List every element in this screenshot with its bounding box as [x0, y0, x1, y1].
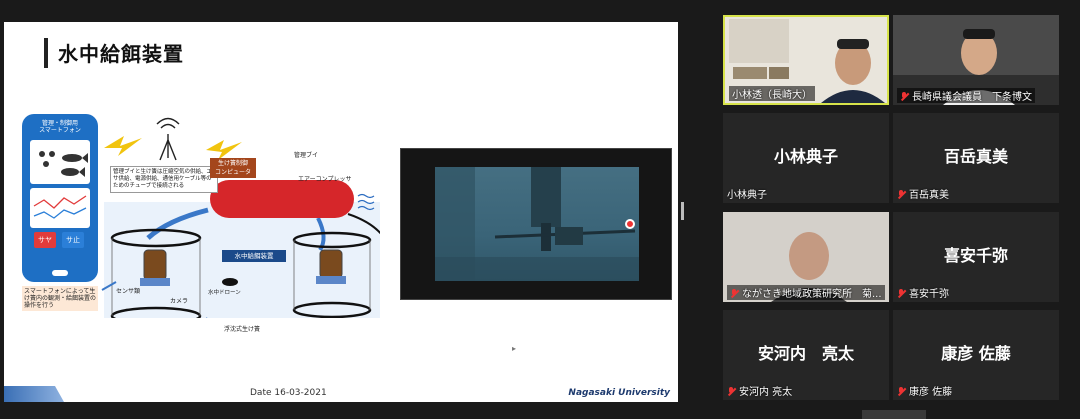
panel-resize-handle[interactable] [681, 202, 684, 220]
slide-title: 水中給餌装置 [58, 42, 184, 66]
participant-tile[interactable]: 小林透（長崎大） [723, 15, 889, 105]
feed-button: サヤ [34, 232, 56, 248]
smartphone: 管理・制御用 スマートフォン サヤ サ止 [22, 114, 98, 282]
line-graph-icon [33, 195, 87, 219]
video-toolbar [401, 152, 671, 160]
participant-name-text: 百岳真美 [909, 190, 949, 201]
participant-display-name: 安河内 亮太 [757, 344, 854, 363]
participant-name-text: 康彦 佐藤 [909, 387, 953, 398]
antenna-icon [156, 117, 180, 161]
lightning-icon [206, 140, 242, 160]
participant-name-text: 長崎県議会議員 下条博文 [912, 92, 1032, 103]
participant-name: 康彦 佐藤 [897, 383, 952, 398]
controller-label: 生け簀制御 コンピュータ [210, 158, 256, 178]
camera-label: カメラ [170, 298, 189, 305]
phone-caption: スマートフォンによって生け簀内の観測・給餌装置の操作を行う [22, 286, 98, 311]
scroll-indicator[interactable] [862, 410, 926, 419]
participant-name: 百岳真美 [897, 186, 949, 201]
mic-muted-icon [897, 190, 906, 199]
mouse-cursor-icon: ▸ [512, 344, 517, 353]
participant-name: 安河内 亮太 [727, 383, 792, 398]
stop-button: サ止 [62, 232, 84, 248]
participant-tile[interactable]: 康彦 佐藤 康彦 佐藤 [893, 310, 1059, 400]
cage-label: 浮沈式生け簀 [224, 326, 261, 333]
participant-name-text: ながさき地域政策研究所 菊... [742, 289, 882, 300]
feeding-system-diagram: 管理・制御用 スマートフォン サヤ サ止 スマートフォンによって生け簀内の観測・… [18, 110, 380, 333]
university-name: Nagasaki University [568, 388, 670, 398]
air-compressor-label: エアーコンプレッサ [298, 176, 352, 183]
fish-screen [30, 140, 90, 184]
participant-name-text: 安河内 亮太 [739, 387, 793, 398]
phone-buttons: サヤ サ止 [34, 232, 86, 248]
mic-muted-icon [897, 289, 906, 298]
mic-muted-icon [727, 387, 736, 396]
sensor-block [140, 278, 170, 286]
participant-name: 長崎県議会議員 下条博文 [897, 88, 1035, 103]
management-buoy [210, 180, 354, 218]
participant-display-name: 百岳真美 [943, 147, 1008, 166]
participant-tile[interactable]: 小林典子 小林典子 [723, 113, 889, 203]
title-accent-bar [44, 38, 48, 68]
buoy-label: 管理ブイ [294, 152, 319, 159]
fish-icon [39, 151, 88, 177]
participant-name: ながさき地域政策研究所 菊... [727, 285, 885, 300]
participant-name: 小林典子 [727, 190, 767, 201]
participant-tile[interactable]: 安河内 亮太 安河内 亮太 [723, 310, 889, 400]
participant-tile[interactable]: 百岳真美 百岳真美 [893, 113, 1059, 203]
shared-slide: 水中給餌装置 管理・制御用 スマートフォン サヤ サ止 スマートフォンによって生… [4, 22, 678, 402]
participant-tile[interactable]: 喜安千弥 喜安千弥 [893, 212, 1059, 302]
buoy-note: 管理ブイと生け簀は圧縮空気の供給、エサ供給、電源供給、通信用ケーブル等のためのチ… [110, 166, 218, 193]
lightning-icon [104, 136, 142, 156]
participant-tile[interactable]: 長崎県議会議員 下条博文 [893, 15, 1059, 105]
participant-tile[interactable]: ながさき地域政策研究所 菊... [723, 212, 889, 302]
device-label: 水中給餌装置 [222, 250, 286, 262]
participant-display-name: 康彦 佐藤 [941, 344, 1011, 363]
mic-muted-icon [900, 92, 909, 101]
sensor-block [316, 276, 346, 284]
feeder-unit [143, 249, 167, 281]
zoom-meeting-window: 水中給餌装置 管理・制御用 スマートフォン サヤ サ止 スマートフォンによって生… [0, 0, 1080, 419]
phone-title: 管理・制御用 スマートフォン [39, 120, 81, 134]
participant-name: 小林透（長崎大） [729, 86, 815, 101]
drone-label: 水中ドローン [208, 290, 241, 296]
slide-date: Date 16-03-2021 [250, 388, 327, 398]
participant-name: 喜安千弥 [897, 285, 949, 300]
mic-muted-icon [730, 289, 739, 298]
underwater-frame [435, 167, 639, 281]
video-controls [401, 289, 671, 297]
record-button [625, 219, 635, 229]
underwater-video [400, 148, 672, 300]
drone-icon [222, 278, 238, 286]
underwater-scene [435, 167, 639, 281]
footer-accent [4, 386, 64, 402]
mic-muted-icon [897, 387, 906, 396]
participant-display-name: 小林典子 [773, 147, 838, 166]
participant-display-name: 喜安千弥 [943, 246, 1008, 265]
feeder-unit [319, 249, 343, 279]
graph-screen [30, 188, 90, 228]
home-indicator [52, 270, 68, 276]
participant-name-text: 喜安千弥 [909, 289, 949, 300]
sensor-label: センサ類 [116, 288, 141, 295]
